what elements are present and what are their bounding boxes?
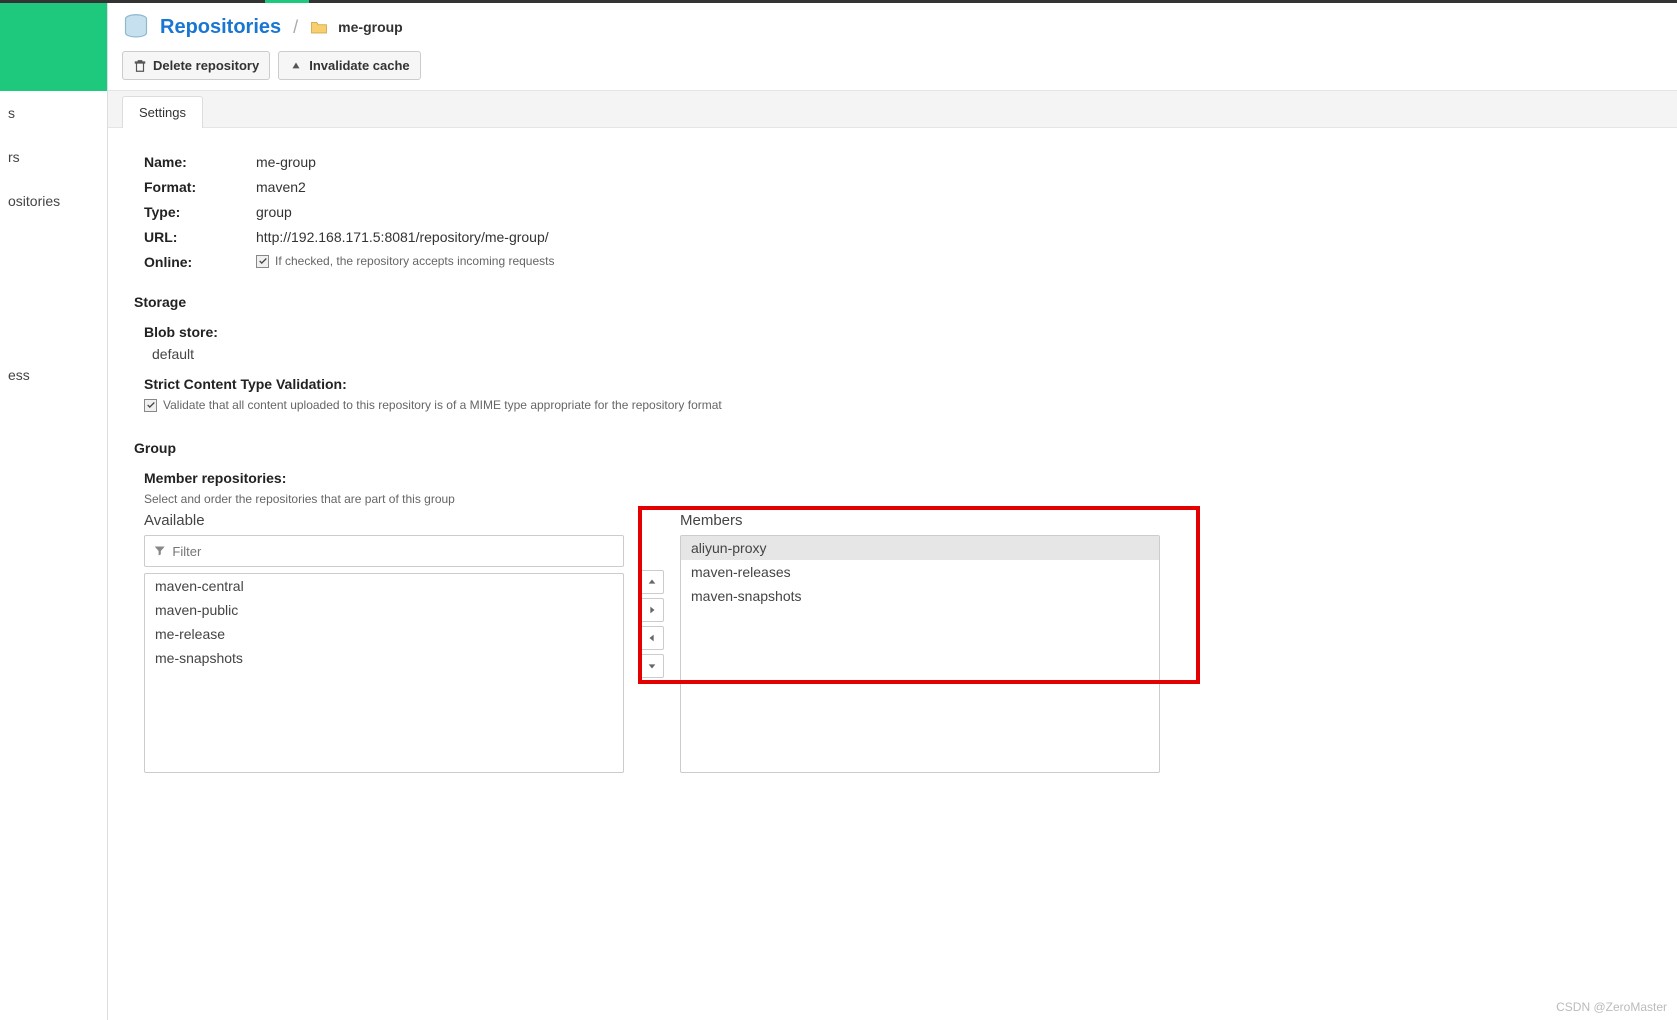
invalidate-cache-label: Invalidate cache — [309, 58, 409, 73]
tab-strip: Settings — [108, 90, 1677, 128]
breadcrumb-row: Repositories / me-group — [108, 3, 1677, 51]
member-repos-desc: Select and order the repositories that a… — [144, 492, 1651, 506]
list-item[interactable]: aliyun-proxy — [681, 536, 1159, 560]
name-value: me-group — [256, 154, 316, 170]
url-label: URL: — [144, 229, 256, 245]
sidebar-item-active[interactable] — [0, 3, 107, 91]
list-item[interactable]: maven-releases — [681, 560, 1159, 584]
invalidate-cache-button[interactable]: Invalidate cache — [278, 51, 420, 80]
members-list[interactable]: aliyun-proxy maven-releases maven-snapsh… — [680, 535, 1160, 773]
settings-content: Name: me-group Format: maven2 Type: grou… — [108, 128, 1677, 793]
breadcrumb-current: me-group — [338, 19, 403, 35]
move-left-button[interactable] — [640, 626, 664, 650]
group-header: Group — [134, 440, 1651, 456]
move-up-button[interactable] — [640, 570, 664, 594]
storage-header: Storage — [134, 294, 1651, 310]
sidebar-item[interactable]: s — [0, 91, 107, 135]
watermark: CSDN @ZeroMaster — [1556, 1000, 1667, 1014]
available-label: Available — [144, 512, 624, 529]
member-repos-label: Member repositories: — [144, 470, 1651, 486]
sidebar-item[interactable]: ositories — [0, 179, 107, 223]
type-value: group — [256, 204, 292, 220]
sidebar: s rs ositories ess — [0, 3, 108, 1020]
list-item[interactable]: maven-public — [145, 598, 623, 622]
online-help-text: If checked, the repository accepts incom… — [275, 254, 554, 268]
filter-icon — [153, 544, 166, 558]
filter-input[interactable] — [172, 544, 615, 559]
sidebar-item[interactable]: ess — [0, 353, 107, 397]
list-item[interactable]: me-release — [145, 622, 623, 646]
main-content: Repositories / me-group Delete repositor… — [108, 3, 1677, 1020]
list-item[interactable]: maven-central — [145, 574, 623, 598]
breadcrumb-separator: / — [293, 17, 298, 38]
delete-repository-label: Delete repository — [153, 58, 259, 73]
blob-store-label: Blob store: — [144, 324, 1651, 340]
blob-store-value: default — [152, 346, 1651, 362]
tab-settings[interactable]: Settings — [122, 96, 203, 128]
available-list[interactable]: maven-central maven-public me-release me… — [144, 573, 624, 773]
folder-group-icon — [310, 18, 328, 36]
name-label: Name: — [144, 154, 256, 170]
arrow-controls — [640, 570, 664, 678]
filter-box[interactable] — [144, 535, 624, 567]
list-item[interactable]: me-snapshots — [145, 646, 623, 670]
delete-repository-button[interactable]: Delete repository — [122, 51, 270, 80]
strict-validation-checkbox[interactable] — [144, 399, 157, 412]
breadcrumb-title[interactable]: Repositories — [160, 16, 281, 39]
dual-list: Available maven-central maven-public me-… — [144, 512, 1651, 773]
strict-validation-help: Validate that all content uploaded to th… — [163, 398, 722, 412]
format-value: maven2 — [256, 179, 306, 195]
online-label: Online: — [144, 254, 256, 270]
type-label: Type: — [144, 204, 256, 220]
format-label: Format: — [144, 179, 256, 195]
url-value: http://192.168.171.5:8081/repository/me-… — [256, 229, 549, 245]
members-label: Members — [680, 512, 1160, 529]
list-item[interactable]: maven-snapshots — [681, 584, 1159, 608]
database-icon — [122, 13, 150, 41]
move-right-button[interactable] — [640, 598, 664, 622]
members-column: Members aliyun-proxy maven-releases mave… — [680, 512, 1160, 773]
toolbar: Delete repository Invalidate cache — [108, 51, 1677, 90]
online-checkbox[interactable] — [256, 255, 269, 268]
strict-validation-label: Strict Content Type Validation: — [144, 376, 1651, 392]
available-column: Available maven-central maven-public me-… — [144, 512, 624, 773]
move-down-button[interactable] — [640, 654, 664, 678]
sidebar-item[interactable]: rs — [0, 135, 107, 179]
